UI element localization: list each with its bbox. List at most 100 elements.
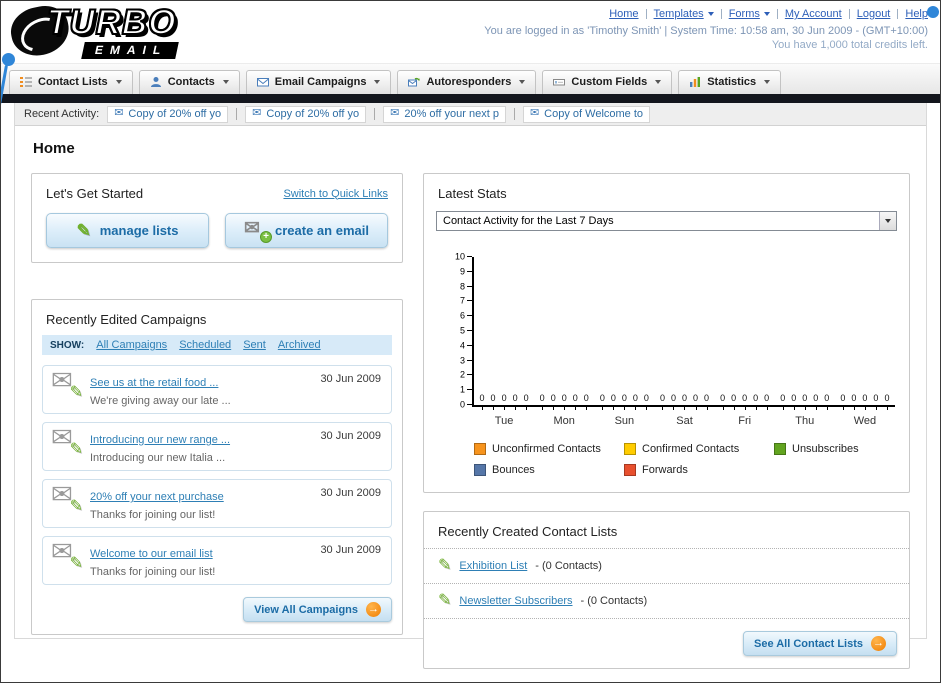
view-all-campaigns-button[interactable]: View All Campaigns → <box>243 597 392 622</box>
separator <box>236 108 238 120</box>
legend-label: Bounces <box>492 464 535 476</box>
chart-value-label: 0 <box>862 393 868 410</box>
y-axis-tick <box>467 256 472 257</box>
tab-label: Email Campaigns <box>274 76 367 88</box>
select-dropdown-button[interactable] <box>879 212 896 230</box>
see-all-contact-lists-label: See All Contact Lists <box>753 637 863 650</box>
recent-activity-item[interactable]: ✉ 20% off your next p <box>383 105 506 123</box>
envelope-icon: ✉ <box>529 107 540 119</box>
chart-value-label: 0 <box>583 393 589 410</box>
x-axis-label: Sat <box>676 415 693 427</box>
contact-list-link[interactable]: Exhibition List <box>459 560 527 572</box>
chart-value-label: 0 <box>599 393 605 410</box>
chart-value-label: 0 <box>824 393 830 410</box>
chart-value-label: 0 <box>659 393 665 410</box>
legend-item: Confirmed Contacts <box>624 443 774 455</box>
nav-link-forms[interactable]: Forms <box>729 8 760 20</box>
tab-label: Statistics <box>707 76 757 88</box>
campaign-link[interactable]: 20% off your next purchase <box>90 491 224 503</box>
chart-value-label: 0 <box>884 393 890 410</box>
nav-link-logout[interactable]: Logout <box>857 8 891 20</box>
manage-lists-button[interactable]: ✎ manage lists <box>46 213 209 248</box>
chart-value-label: 0 <box>802 393 808 410</box>
campaign-link[interactable]: Welcome to our email list <box>90 548 213 560</box>
nav-link-help[interactable]: Help <box>905 8 928 20</box>
recent-activity-item[interactable]: ✉ Copy of 20% off yo <box>245 105 367 123</box>
email-edit-icon: ✉ ✎ <box>51 424 83 458</box>
recent-activity-item-label: Copy of 20% off yo <box>128 107 222 120</box>
chart-value-label: 0 <box>780 393 786 410</box>
tab-email-campaigns[interactable]: Email Campaigns <box>245 70 392 94</box>
y-axis-label: 3 <box>459 355 465 366</box>
create-email-label: create an email <box>275 223 369 238</box>
campaign-subtitle: Introducing our new Italia ... <box>90 452 226 464</box>
tab-autoresponders[interactable]: Autoresponders <box>397 70 537 94</box>
chart-value-label: 0 <box>610 393 616 410</box>
contact-list-meta: - (0 Contacts) <box>580 595 648 607</box>
filter-scheduled[interactable]: Scheduled <box>179 339 231 351</box>
campaign-subtitle: Thanks for joining our list! <box>90 509 216 521</box>
filter-sent[interactable]: Sent <box>243 339 266 351</box>
login-info: You are logged in as 'Timothy Smith' | S… <box>484 25 928 37</box>
campaign-row: ✉ ✎ 20% off your next purchase Thanks fo… <box>42 479 392 528</box>
legend-label: Confirmed Contacts <box>642 443 740 455</box>
stats-range-select[interactable]: Contact Activity for the Last 7 Days <box>436 211 897 231</box>
separator <box>848 9 850 19</box>
nav-link-home[interactable]: Home <box>609 8 638 20</box>
tab-contact-lists[interactable]: Contact Lists <box>9 70 133 94</box>
chart-legend: Unconfirmed Contacts Confirmed Contacts Un… <box>474 443 899 476</box>
credits-info: You have 1,000 total credits left. <box>771 39 928 51</box>
legend-item: Forwards <box>624 464 774 476</box>
switch-quick-links-link[interactable]: Switch to Quick Links <box>283 188 388 200</box>
pencil-icon: ✎ <box>69 498 83 515</box>
nav-link-my-account[interactable]: My Account <box>785 8 842 20</box>
tab-label: Contact Lists <box>38 76 108 88</box>
campaign-filter-bar: SHOW: All Campaigns Scheduled Sent Archi… <box>42 335 392 355</box>
tab-statistics[interactable]: Statistics <box>678 70 782 94</box>
y-axis-tick <box>467 315 472 317</box>
campaign-date: 30 Jun 2009 <box>320 430 381 442</box>
chevron-down-icon <box>655 80 662 84</box>
y-axis-label: 9 <box>459 266 465 277</box>
create-email-button[interactable]: ✉ + create an email <box>225 213 388 248</box>
campaign-list: ✉ ✎ See us at the retail food ... We're … <box>32 365 402 585</box>
left-column: Let's Get Started Switch to Quick Links … <box>31 173 403 635</box>
x-axis-label: Thu <box>795 415 815 427</box>
chart-value-label: 0 <box>670 393 676 410</box>
annotation-dot <box>927 6 939 18</box>
pencil-icon: ✎ <box>69 555 83 572</box>
chevron-down-icon <box>764 80 771 84</box>
see-all-contact-lists-button[interactable]: See All Contact Lists → <box>742 631 897 656</box>
chart-group: 0 0 0 0 0 Tue <box>474 257 534 428</box>
pencil-icon: ✎ <box>69 384 83 401</box>
y-axis-label: 10 <box>454 251 465 262</box>
legend-swatch <box>474 464 486 476</box>
y-axis-tick <box>467 300 472 302</box>
nav-link-templates[interactable]: Templates <box>654 8 704 20</box>
tab-contacts[interactable]: Contacts <box>138 70 240 94</box>
get-started-panel: Let's Get Started Switch to Quick Links … <box>31 173 403 263</box>
x-axis-label: Tue <box>494 415 514 427</box>
legend-swatch <box>624 443 636 455</box>
tab-custom-fields[interactable]: Custom Fields <box>542 70 673 94</box>
contact-list-meta: - (0 Contacts) <box>535 560 602 572</box>
y-axis-label: 0 <box>459 399 465 410</box>
chevron-down-icon <box>763 12 770 16</box>
campaign-link[interactable]: See us at the retail food ... <box>90 377 218 389</box>
chart-value-label: 0 <box>632 393 638 410</box>
chart-value-label: 0 <box>501 393 507 410</box>
recent-activity-item[interactable]: ✉ Copy of 20% off yo <box>107 105 229 123</box>
recent-activity-item[interactable]: ✉ Copy of Welcome to <box>522 105 651 123</box>
filter-all-campaigns[interactable]: All Campaigns <box>96 339 167 351</box>
chart-plot: 0 1 2 3 4 5 6 7 8 9 10 0 0 0 0 0 Tue 0 0 0 0 0 Mon 0 0 0 0 0 Sun 0 0 0 0… <box>455 252 895 428</box>
chevron-down-icon <box>115 80 122 84</box>
contact-list-link[interactable]: Newsletter Subscribers <box>459 595 572 607</box>
statistics-icon <box>689 76 701 88</box>
recent-activity-item-label: Copy of 20% off yo <box>266 107 360 120</box>
custom-fields-icon <box>553 76 566 88</box>
turbo-email-logo[interactable]: TURBO EMAIL <box>9 2 299 61</box>
campaign-link[interactable]: Introducing our new range ... <box>90 434 230 446</box>
pencil-icon: ✎ <box>438 592 452 609</box>
filter-archived[interactable]: Archived <box>278 339 321 351</box>
autoresponders-icon <box>408 76 421 88</box>
